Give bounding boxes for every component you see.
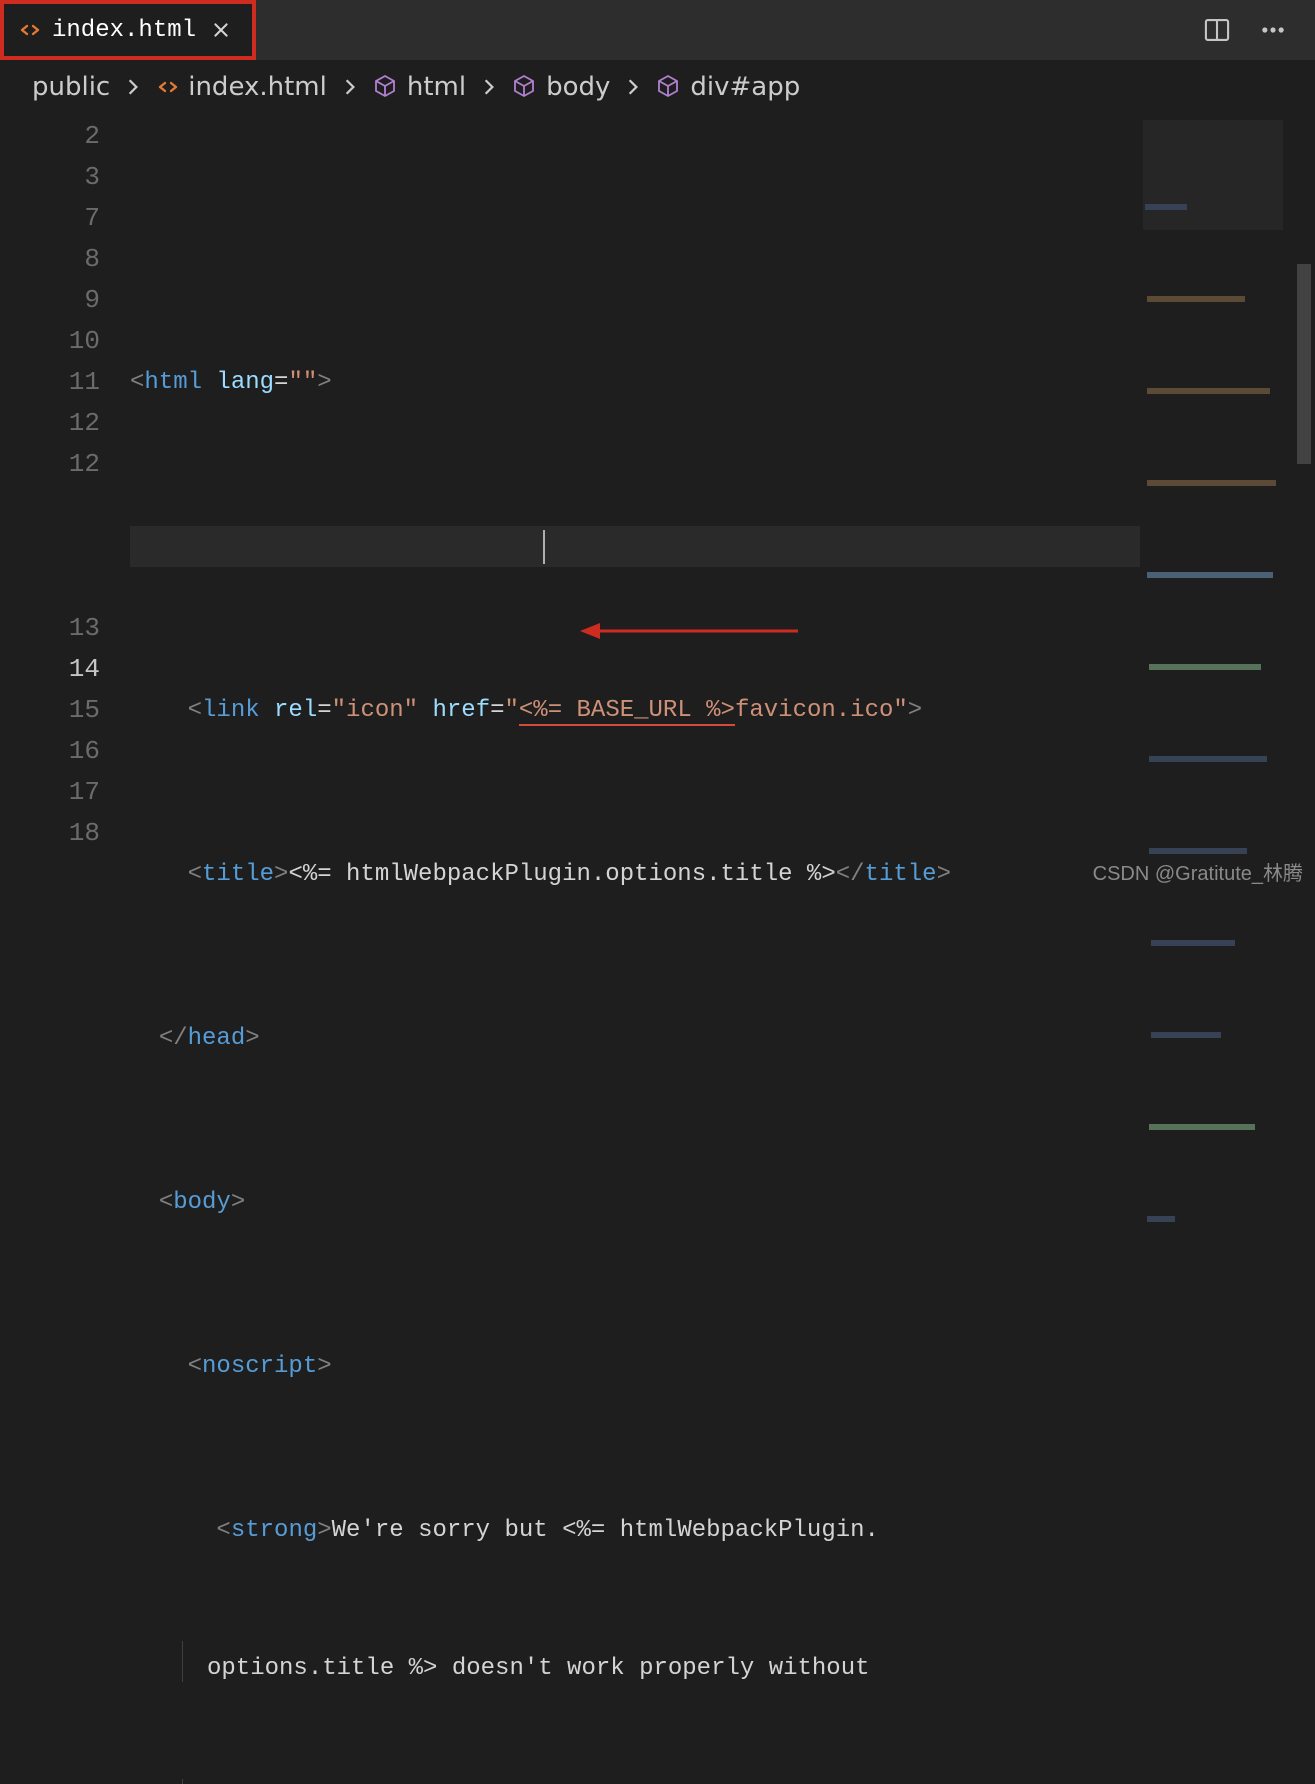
breadcrumb-item-divapp[interactable]: div#app bbox=[656, 72, 800, 102]
editor[interactable]: 2 3 7 8 9 10 11 12 12 13 14 15 16 17 18 … bbox=[0, 114, 1315, 892]
cube-icon bbox=[512, 74, 538, 100]
close-icon[interactable] bbox=[210, 19, 232, 41]
more-icon[interactable] bbox=[1259, 16, 1287, 44]
tab-bar: index.html bbox=[0, 0, 1315, 60]
file-code-icon bbox=[156, 75, 180, 99]
line-number-wrapped: 12 bbox=[0, 444, 100, 608]
line-number: 9 bbox=[0, 280, 100, 321]
minimap[interactable] bbox=[1143, 120, 1283, 230]
vertical-scrollbar[interactable] bbox=[1295, 114, 1313, 892]
code-line: <strong>We're sorry but <%= htmlWebpackP… bbox=[130, 1510, 1315, 1551]
chevron-right-icon bbox=[341, 78, 359, 96]
breadcrumb-item-body[interactable]: body bbox=[512, 72, 610, 102]
chevron-right-icon bbox=[624, 78, 642, 96]
line-number: 2 bbox=[0, 116, 100, 157]
breadcrumb-label: body bbox=[546, 72, 610, 102]
tab-label: index.html bbox=[52, 17, 196, 44]
tabbar-actions bbox=[1203, 0, 1315, 60]
tab-index-html[interactable]: index.html bbox=[0, 0, 256, 60]
code-line-wrap: JavaScript enabled. Please enable it to … bbox=[130, 1771, 1315, 1784]
breadcrumb-label: div#app bbox=[690, 72, 800, 102]
line-number: 18 bbox=[0, 813, 100, 854]
breadcrumb-item-html[interactable]: html bbox=[373, 72, 466, 102]
cube-icon bbox=[373, 74, 399, 100]
breadcrumb-item-public[interactable]: public bbox=[32, 72, 110, 102]
breadcrumb-item-file[interactable]: index.html bbox=[156, 72, 327, 102]
line-number-gutter: 2 3 7 8 9 10 11 12 12 13 14 15 16 17 18 bbox=[0, 114, 130, 892]
line-number: 8 bbox=[0, 239, 100, 280]
code-area[interactable]: <html lang=""> <head> <link rel="icon" h… bbox=[130, 114, 1315, 892]
breadcrumb-label: index.html bbox=[188, 72, 327, 102]
line-number-current: 14 bbox=[0, 649, 100, 690]
annotation-arrow-icon bbox=[580, 538, 800, 724]
chevron-right-icon bbox=[480, 78, 498, 96]
watermark: CSDN @Gratitute_林腾 bbox=[1093, 857, 1303, 886]
line-number: 15 bbox=[0, 690, 100, 731]
line-number: 10 bbox=[0, 321, 100, 362]
cube-icon bbox=[656, 74, 682, 100]
line-number: 7 bbox=[0, 198, 100, 239]
text-cursor bbox=[543, 530, 545, 564]
chevron-right-icon bbox=[124, 78, 142, 96]
line-number: 16 bbox=[0, 731, 100, 772]
line-number: 11 bbox=[0, 362, 100, 403]
tabbar-spacer bbox=[256, 0, 1203, 60]
file-code-icon bbox=[18, 18, 42, 42]
line-number: 17 bbox=[0, 772, 100, 813]
scrollbar-thumb[interactable] bbox=[1297, 264, 1311, 464]
line-number: 13 bbox=[0, 608, 100, 649]
code-line-wrap: options.title %> doesn't work properly w… bbox=[130, 1633, 1315, 1689]
code-line: </head> bbox=[130, 1018, 1315, 1059]
code-line: <noscript> bbox=[130, 1346, 1315, 1387]
breadcrumb: public index.html html body bbox=[0, 60, 1315, 114]
breadcrumb-label: html bbox=[407, 72, 466, 102]
line-number: 12 bbox=[0, 403, 100, 444]
code-line: <html lang=""> bbox=[130, 362, 1315, 403]
code-line: <body> bbox=[130, 1182, 1315, 1223]
split-editor-icon[interactable] bbox=[1203, 16, 1231, 44]
line-number: 3 bbox=[0, 157, 100, 198]
breadcrumb-label: public bbox=[32, 72, 110, 102]
